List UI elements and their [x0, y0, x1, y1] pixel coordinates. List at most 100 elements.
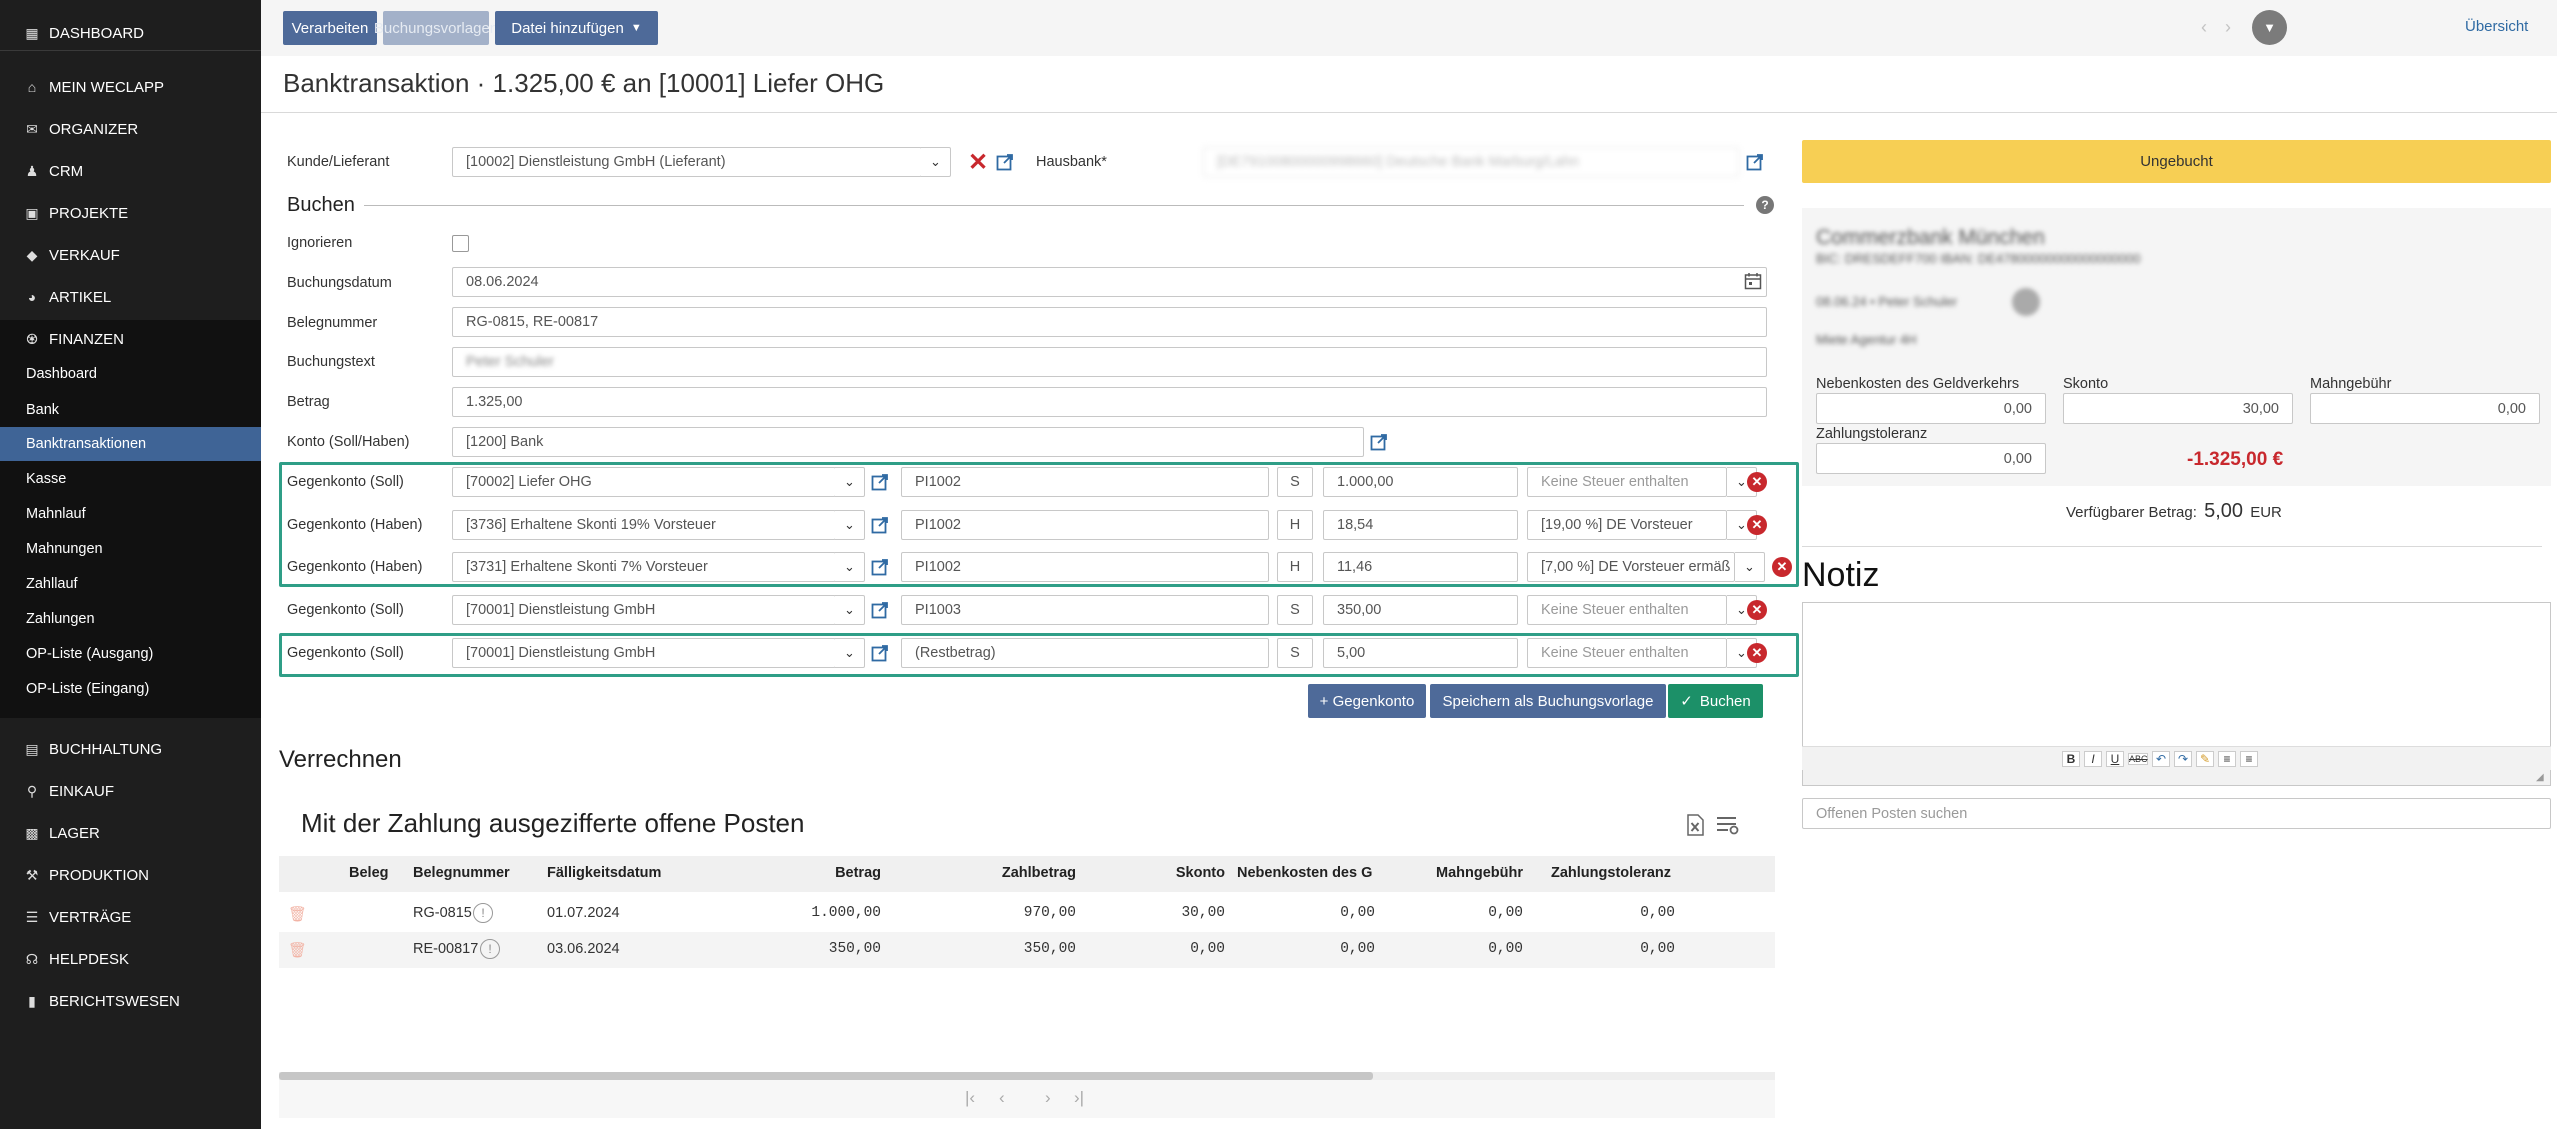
sidebar-item-einkauf[interactable]: ⚲ EINKAUF — [0, 773, 261, 809]
undo-icon[interactable]: ↶ — [2152, 750, 2170, 767]
collapse-toggle-icon[interactable]: ▼ — [2252, 10, 2287, 45]
column-header[interactable]: Fälligkeitsdatum — [547, 865, 661, 881]
offene-posten-search-input[interactable]: Offenen Posten suchen — [1802, 798, 2551, 829]
prev-arrow-icon[interactable]: ‹ — [2201, 17, 2207, 38]
pagination: |‹ ‹ › ›| — [279, 1080, 1775, 1118]
sidebar-sub-zahllauf[interactable]: Zahllauf — [0, 567, 261, 601]
info-icon[interactable]: ! — [473, 903, 493, 923]
horizontal-scrollbar[interactable] — [279, 1072, 1775, 1080]
sidebar-sub-dashboard[interactable]: Dashboard — [0, 357, 261, 391]
skonto-input[interactable]: 30,00 — [2063, 393, 2293, 424]
column-header[interactable]: Belegnummer — [413, 865, 510, 881]
speichern-buchungsvorlage-button[interactable]: Speichern als Buchungsvorlage — [1430, 684, 1666, 718]
sidebar-sub-kasse[interactable]: Kasse — [0, 462, 261, 496]
betrag-input[interactable]: 1.325,00 — [452, 387, 1767, 417]
underline-icon[interactable]: U — [2106, 750, 2124, 767]
prev-page-icon[interactable]: ‹ — [999, 1088, 1005, 1108]
column-header[interactable]: Nebenkosten des G — [1237, 865, 1372, 881]
sidebar-item-organizer[interactable]: ✉ ORGANIZER — [0, 111, 261, 147]
sidebar-sub-mahnungen[interactable]: Mahnungen — [0, 532, 261, 566]
open-external-icon[interactable] — [994, 151, 1016, 173]
sidebar-item-label: DASHBOARD — [49, 24, 145, 42]
hausbank-field[interactable]: [DE79100800000998660] Deutsche Bank Marb… — [1203, 147, 1739, 177]
italic-icon[interactable]: I — [2084, 750, 2102, 767]
sidebar-item-lager[interactable]: ▩ LAGER — [0, 815, 261, 851]
buchungstext-input[interactable]: Peter Schuler — [452, 347, 1767, 377]
sidebar-sub-op-liste-ausgang-[interactable]: OP-Liste (Ausgang) — [0, 637, 261, 671]
next-page-icon[interactable]: › — [1045, 1088, 1051, 1108]
sidebar-item-projekte[interactable]: ▣ PROJEKTE — [0, 195, 261, 231]
belegnummer-input[interactable]: RG-0815, RE-00817 — [452, 307, 1767, 337]
column-header[interactable]: Zahlungstoleranz — [1551, 865, 1671, 881]
resize-handle-icon[interactable]: ◢ — [2536, 772, 2544, 783]
info-icon[interactable]: ! — [480, 939, 500, 959]
first-page-icon[interactable]: |‹ — [965, 1088, 975, 1108]
sidebar-item-finanzen[interactable]: ♼ FINANZEN — [0, 321, 261, 357]
buchungsdatum-input[interactable]: 08.06.2024 — [452, 267, 1767, 297]
buchen-button[interactable]: ✓ Buchen — [1668, 684, 1763, 718]
gegenkonto-open-icon[interactable] — [869, 599, 891, 621]
datei-hinzufuegen-button[interactable]: Datei hinzufügen ▼ — [495, 11, 658, 45]
sidebar-item-dashboard[interactable]: ▦ DASHBOARD — [0, 15, 261, 51]
trash-icon[interactable]: 🗑 — [288, 941, 307, 959]
bold-icon[interactable]: B — [2062, 750, 2080, 767]
column-header[interactable]: Beleg — [349, 865, 389, 881]
clear-format-icon[interactable]: ✎ — [2196, 750, 2214, 767]
last-page-icon[interactable]: ›| — [1074, 1088, 1084, 1108]
numbered-list-icon[interactable]: ≡ — [2240, 750, 2258, 767]
verfuegbar-label: Verfügbarer Betrag: — [2066, 504, 2197, 521]
gegenkonto-beleg-input[interactable]: PI1003 — [901, 595, 1269, 625]
sidebar-sub-zahlungen[interactable]: Zahlungen — [0, 602, 261, 636]
scrollbar-thumb[interactable] — [279, 1072, 1373, 1080]
sidebar-item-crm[interactable]: ♟ CRM — [0, 153, 261, 189]
excel-export-icon[interactable] — [1686, 814, 1704, 836]
redo-icon[interactable]: ↷ — [2174, 750, 2192, 767]
add-gegenkonto-button[interactable]: + Gegenkonto — [1308, 684, 1426, 718]
ignorieren-checkbox[interactable] — [452, 235, 469, 252]
sidebar-item-vertr-ge[interactable]: ☰ VERTRÄGE — [0, 899, 261, 935]
hausbank-open-icon[interactable] — [1744, 151, 1766, 173]
buchungsvorlagen-button[interactable]: Buchungsvorlagen — [374, 11, 498, 45]
nebenkosten-input[interactable]: 0,00 — [1816, 393, 2046, 424]
sidebar-sub-mahnlauf[interactable]: Mahnlauf — [0, 497, 261, 531]
uebersicht-link[interactable]: Übersicht — [2465, 18, 2528, 35]
gegenkonto-account-select[interactable]: [70001] Dienstleistung GmbH — [452, 595, 836, 625]
konto-open-icon[interactable] — [1368, 431, 1390, 453]
sidebar-item-mein-weclapp[interactable]: ⌂ MEIN WECLAPP — [0, 69, 261, 105]
zahlbetrag-cell: 350,00 — [1023, 941, 1076, 957]
gegenkonto-soll-haben[interactable]: S — [1277, 595, 1313, 625]
kunde-select[interactable]: [10002] Dienstleistung GmbH (Lieferant) — [452, 147, 922, 177]
toleranz-input[interactable]: 0,00 — [1816, 443, 2046, 474]
gegenkonto-betrag-input[interactable]: 350,00 — [1323, 595, 1518, 625]
gegenkonto-account-dropdown[interactable]: ⌄ — [835, 595, 865, 625]
column-header[interactable]: Zahlbetrag — [1002, 865, 1076, 881]
sidebar-item-verkauf[interactable]: ◆ VERKAUF — [0, 237, 261, 273]
sidebar-item-helpdesk[interactable]: ☊ HELPDESK — [0, 941, 261, 977]
verarbeiten-button[interactable]: Verarbeiten — [283, 11, 377, 45]
mahngebuehr-input[interactable]: 0,00 — [2310, 393, 2540, 424]
trash-icon[interactable]: 🗑 — [288, 905, 307, 923]
strikethrough-icon[interactable]: ABC — [2128, 752, 2148, 765]
sidebar-item-berichtswesen[interactable]: ▮ BERICHTSWESEN — [0, 983, 261, 1019]
column-header[interactable]: Skonto — [1176, 865, 1225, 881]
konto-input[interactable]: [1200] Bank — [452, 427, 1364, 457]
sidebar-item-produktion[interactable]: ⚒ PRODUKTION — [0, 857, 261, 893]
sidebar-sub-op-liste-eingang-[interactable]: OP-Liste (Eingang) — [0, 672, 261, 706]
kunde-dropdown-button[interactable]: ⌄ — [921, 147, 951, 177]
remove-row-icon[interactable]: ✕ — [1747, 600, 1767, 620]
sidebar-item-buchhaltung[interactable]: ▤ BUCHHALTUNG — [0, 731, 261, 767]
column-header[interactable]: Mahngebühr — [1436, 865, 1523, 881]
sidebar-item-label: ORGANIZER — [49, 120, 139, 138]
help-icon[interactable]: ? — [1756, 196, 1774, 214]
next-arrow-icon[interactable]: › — [2225, 17, 2231, 38]
column-header[interactable]: Betrag — [835, 865, 881, 881]
calendar-icon[interactable] — [1744, 272, 1762, 290]
gegenkonto-steuer-select[interactable]: Keine Steuer enthalten — [1527, 595, 1727, 625]
sidebar-sub-bank[interactable]: Bank — [0, 393, 261, 427]
sidebar-sub-banktransaktionen[interactable]: Banktransaktionen — [0, 427, 261, 461]
sidebar-item-artikel[interactable]: ◕ ARTIKEL — [0, 279, 261, 315]
tag-icon: ◆ — [26, 246, 38, 263]
bullet-list-icon[interactable]: ≡ — [2218, 750, 2236, 767]
column-settings-icon[interactable] — [1716, 815, 1740, 835]
clear-icon[interactable]: ✕ — [968, 148, 988, 177]
